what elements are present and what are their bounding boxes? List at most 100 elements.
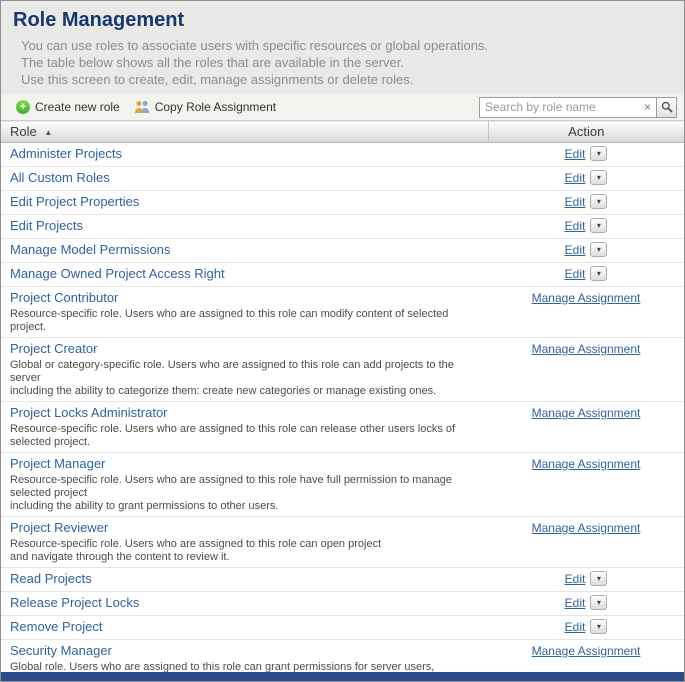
- action-dropdown-button[interactable]: ▾: [590, 194, 607, 209]
- role-name-link[interactable]: Project Locks Administrator: [10, 405, 168, 420]
- close-icon: ×: [644, 100, 651, 114]
- role-name-link[interactable]: Project Contributor: [10, 290, 118, 305]
- role-name-link[interactable]: Edit Projects: [10, 218, 83, 233]
- chevron-down-icon: ▾: [591, 246, 606, 254]
- action-dropdown-button[interactable]: ▾: [590, 170, 607, 185]
- role-cell: Project Reviewer Resource-specific role.…: [1, 517, 488, 568]
- action-cell: Edit ▾: [488, 568, 684, 592]
- table-row: All Custom Roles Edit ▾: [1, 167, 684, 191]
- chevron-down-icon: ▾: [591, 599, 606, 607]
- table-row: Manage Model Permissions Edit ▾: [1, 239, 684, 263]
- add-icon: +: [16, 100, 30, 114]
- column-header-action-label: Action: [568, 124, 604, 139]
- column-header-role[interactable]: Role ▲: [1, 121, 488, 143]
- search-button[interactable]: [656, 98, 676, 117]
- table-row: Project Creator Global or category-speci…: [1, 338, 684, 402]
- edit-link[interactable]: Edit: [565, 171, 586, 185]
- action-cell: Manage Assignment: [488, 338, 684, 402]
- role-name-link[interactable]: Release Project Locks: [10, 595, 139, 610]
- action-dropdown-button[interactable]: ▾: [590, 595, 607, 610]
- create-new-role-label: Create new role: [35, 100, 120, 114]
- role-cell: Read Projects: [1, 568, 488, 592]
- role-name-link[interactable]: Manage Model Permissions: [10, 242, 170, 257]
- action-cell: Manage Assignment: [488, 517, 684, 568]
- manage-assignment-link[interactable]: Manage Assignment: [532, 521, 641, 535]
- action-dropdown-button[interactable]: ▾: [590, 266, 607, 281]
- role-cell: Project Locks Administrator Resource-spe…: [1, 402, 488, 453]
- search-input[interactable]: [480, 98, 639, 117]
- role-cell: Project Contributor Resource-specific ro…: [1, 287, 488, 338]
- role-description: Resource-specific role. Users who are as…: [10, 538, 479, 564]
- chevron-down-icon: ▾: [591, 174, 606, 182]
- role-cell: Release Project Locks: [1, 592, 488, 616]
- clear-search-button[interactable]: ×: [639, 98, 656, 117]
- role-description: Global role. Users who are assigned to t…: [10, 661, 479, 672]
- chevron-down-icon: ▾: [591, 222, 606, 230]
- action-cell: Edit ▾: [488, 592, 684, 616]
- role-name-link[interactable]: Manage Owned Project Access Right: [10, 266, 225, 281]
- table-row: Edit Project Properties Edit ▾: [1, 191, 684, 215]
- copy-role-assignment-label: Copy Role Assignment: [155, 100, 276, 114]
- table-row: Edit Projects Edit ▾: [1, 215, 684, 239]
- search-icon: [661, 101, 673, 113]
- manage-assignment-link[interactable]: Manage Assignment: [532, 457, 641, 471]
- action-cell: Edit ▾: [488, 263, 684, 287]
- column-header-action: Action: [488, 121, 684, 143]
- manage-assignment-link[interactable]: Manage Assignment: [532, 644, 641, 658]
- action-cell: Edit ▾: [488, 143, 684, 167]
- role-cell: Manage Model Permissions: [1, 239, 488, 263]
- action-cell: Manage Assignment: [488, 640, 684, 673]
- role-cell: Security Manager Global role. Users who …: [1, 640, 488, 673]
- edit-link[interactable]: Edit: [565, 195, 586, 209]
- manage-assignment-link[interactable]: Manage Assignment: [532, 291, 641, 305]
- role-name-link[interactable]: All Custom Roles: [10, 170, 110, 185]
- page-description-line: The table below shows all the roles that…: [21, 54, 672, 71]
- table-row: Release Project Locks Edit ▾: [1, 592, 684, 616]
- role-cell: Manage Owned Project Access Right: [1, 263, 488, 287]
- action-cell: Edit ▾: [488, 191, 684, 215]
- role-name-link[interactable]: Project Reviewer: [10, 520, 108, 535]
- action-dropdown-button[interactable]: ▾: [590, 146, 607, 161]
- action-dropdown-button[interactable]: ▾: [590, 571, 607, 586]
- role-cell: Remove Project: [1, 616, 488, 640]
- edit-link[interactable]: Edit: [565, 147, 586, 161]
- table-row: Project Reviewer Resource-specific role.…: [1, 517, 684, 568]
- action-cell: Edit ▾: [488, 239, 684, 263]
- action-cell: Manage Assignment: [488, 453, 684, 517]
- toolbar: + Create new role Copy Role Assignment ×: [1, 94, 684, 120]
- edit-link[interactable]: Edit: [565, 219, 586, 233]
- table-row: Project Contributor Resource-specific ro…: [1, 287, 684, 338]
- role-name-link[interactable]: Project Manager: [10, 456, 105, 471]
- action-cell: Edit ▾: [488, 616, 684, 640]
- table-row: Administer Projects Edit ▾: [1, 143, 684, 167]
- sort-ascending-icon: ▲: [44, 128, 52, 137]
- role-cell: Project Manager Resource-specific role. …: [1, 453, 488, 517]
- chevron-down-icon: ▾: [591, 198, 606, 206]
- action-dropdown-button[interactable]: ▾: [590, 218, 607, 233]
- table-row: Manage Owned Project Access Right Edit ▾: [1, 263, 684, 287]
- role-name-link[interactable]: Edit Project Properties: [10, 194, 139, 209]
- page-description: You can use roles to associate users wit…: [13, 37, 672, 88]
- copy-role-assignment-button[interactable]: Copy Role Assignment: [127, 98, 283, 116]
- edit-link[interactable]: Edit: [565, 243, 586, 257]
- manage-assignment-link[interactable]: Manage Assignment: [532, 406, 641, 420]
- edit-link[interactable]: Edit: [565, 572, 586, 586]
- action-dropdown-button[interactable]: ▾: [590, 619, 607, 634]
- action-dropdown-button[interactable]: ▾: [590, 242, 607, 257]
- role-name-link[interactable]: Remove Project: [10, 619, 102, 634]
- create-new-role-button[interactable]: + Create new role: [9, 98, 127, 116]
- edit-link[interactable]: Edit: [565, 620, 586, 634]
- role-name-link[interactable]: Security Manager: [10, 643, 112, 658]
- action-cell: Edit ▾: [488, 215, 684, 239]
- table-row: Read Projects Edit ▾: [1, 568, 684, 592]
- edit-link[interactable]: Edit: [565, 267, 586, 281]
- role-name-link[interactable]: Read Projects: [10, 571, 92, 586]
- role-name-link[interactable]: Project Creator: [10, 341, 97, 356]
- action-cell: Edit ▾: [488, 167, 684, 191]
- manage-assignment-link[interactable]: Manage Assignment: [532, 342, 641, 356]
- roles-icon: [134, 100, 150, 114]
- table-container: Role ▲ Action Administer Projects Edit▾ …: [1, 120, 684, 672]
- edit-link[interactable]: Edit: [565, 596, 586, 610]
- table-row: Security Manager Global role. Users who …: [1, 640, 684, 673]
- role-name-link[interactable]: Administer Projects: [10, 146, 122, 161]
